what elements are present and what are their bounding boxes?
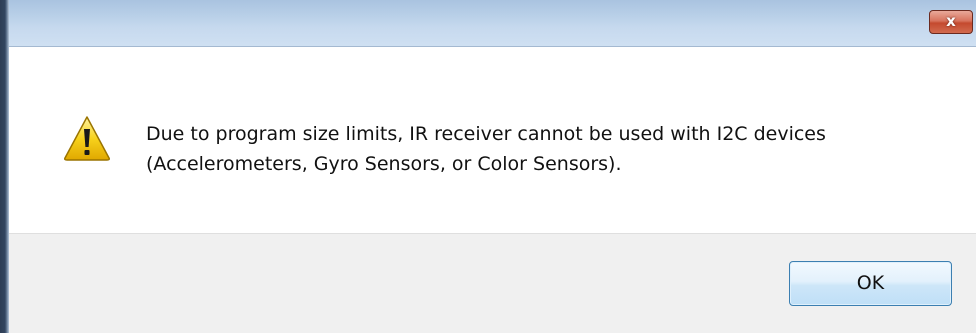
message-line: (Accelerometers, Gyro Sensors, or Color … xyxy=(146,153,622,175)
dialog-button-bar: OK xyxy=(9,233,976,333)
warning-icon xyxy=(64,116,110,161)
dialog-content: Due to program size limits, IR receiver … xyxy=(9,47,976,233)
window-frame-edge xyxy=(0,0,9,333)
dialog-titlebar[interactable]: x xyxy=(9,0,976,47)
message-line: Due to program size limits, IR receiver … xyxy=(146,123,826,145)
ok-button[interactable]: OK xyxy=(789,261,952,306)
close-button[interactable]: x xyxy=(929,10,973,34)
dialog-message: Due to program size limits, IR receiver … xyxy=(146,119,956,179)
screen: x Due to program size limits, IR receive… xyxy=(0,0,976,333)
message-dialog: x Due to program size limits, IR receive… xyxy=(9,0,976,333)
